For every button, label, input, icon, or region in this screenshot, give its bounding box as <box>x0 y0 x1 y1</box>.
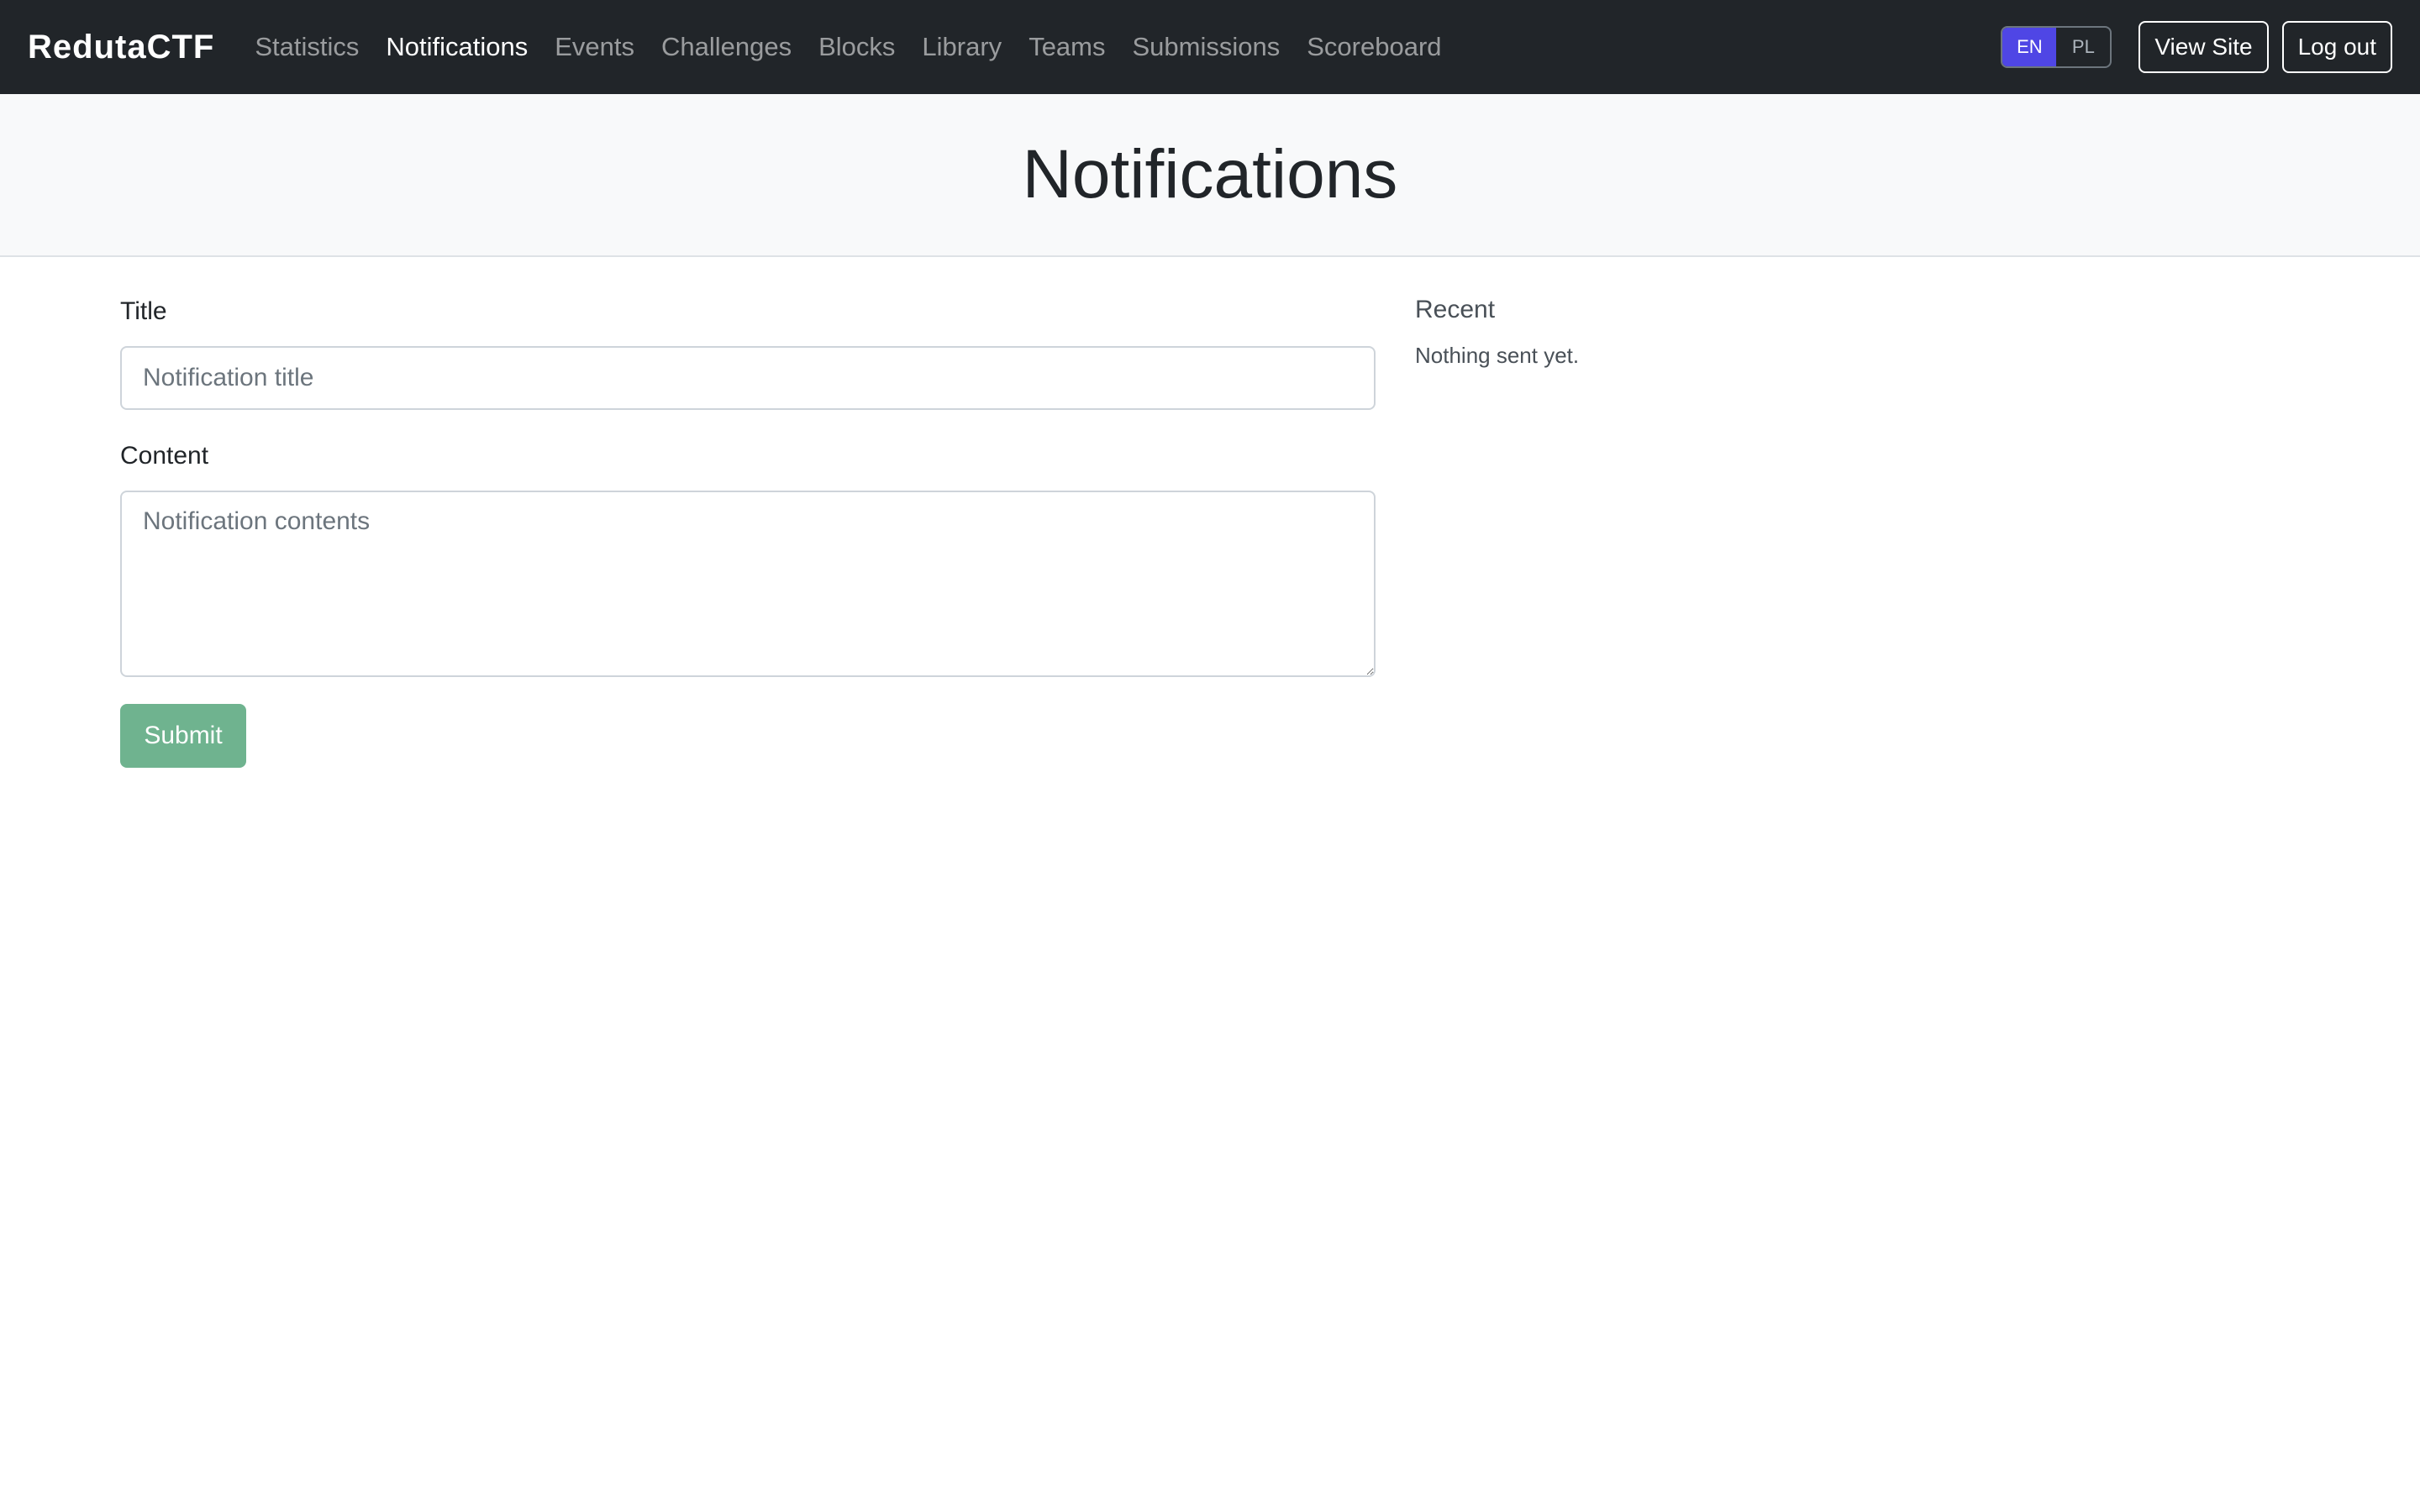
page-title: Notifications <box>1022 136 1398 213</box>
nav-item-scoreboard[interactable]: Scoreboard <box>1307 32 1441 62</box>
title-input[interactable] <box>120 346 1376 410</box>
nav-item-events[interactable]: Events <box>555 32 634 62</box>
recent-heading: Recent <box>1415 296 1496 323</box>
nav-item-library[interactable]: Library <box>922 32 1002 62</box>
recent-panel: Recent Nothing sent yet. <box>1415 296 2255 369</box>
nav-menu: Statistics Notifications Events Challeng… <box>255 32 1468 62</box>
notification-form: Title Content Submit <box>120 297 1376 768</box>
lang-pl-button[interactable]: PL <box>2056 28 2110 66</box>
title-label: Title <box>120 297 167 325</box>
language-switcher: EN PL <box>2001 26 2112 68</box>
recent-empty-message: Nothing sent yet. <box>1415 343 1580 368</box>
nav-item-statistics[interactable]: Statistics <box>255 32 359 62</box>
logout-button[interactable]: Log out <box>2281 21 2392 73</box>
nav-item-challenges[interactable]: Challenges <box>661 32 792 62</box>
lang-en-button[interactable]: EN <box>2002 28 2057 66</box>
view-site-button[interactable]: View Site <box>2139 21 2269 73</box>
nav-item-blocks[interactable]: Blocks <box>818 32 895 62</box>
submit-button[interactable]: Submit <box>120 704 246 768</box>
nav-item-notifications[interactable]: Notifications <box>386 32 528 62</box>
content-label: Content <box>120 442 209 470</box>
nav-item-submissions[interactable]: Submissions <box>1133 32 1281 62</box>
top-navbar: RedutaCTF Statistics Notifications Event… <box>0 0 2420 94</box>
brand-logo[interactable]: RedutaCTF <box>28 29 214 66</box>
nav-item-teams[interactable]: Teams <box>1028 32 1105 62</box>
nav-actions: EN PL View Site Log out <box>2001 21 2392 73</box>
page-header: Notifications <box>0 94 2420 257</box>
content-textarea[interactable] <box>120 491 1376 677</box>
